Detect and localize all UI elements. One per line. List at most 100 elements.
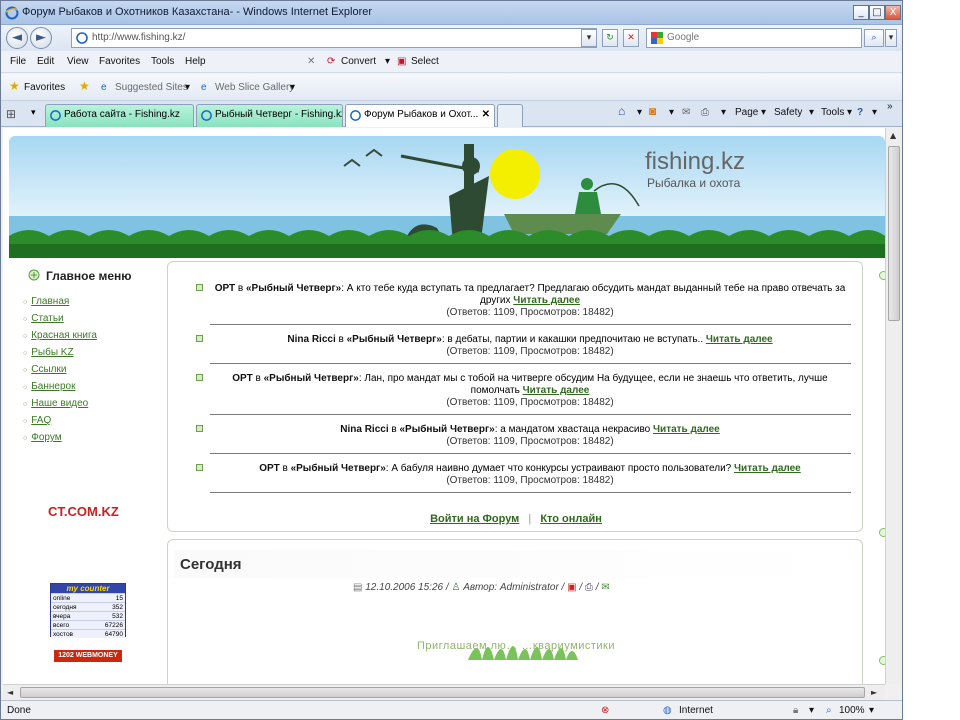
- home-dropdown-icon[interactable]: ▾: [637, 107, 642, 118]
- tab-rybnyi-chetverg[interactable]: Рыбный Четверг - Fishing.kz: [196, 104, 343, 127]
- horizontal-scroll-thumb[interactable]: [20, 687, 865, 698]
- scroll-right-icon[interactable]: ►: [871, 688, 877, 697]
- suggested-dropdown-icon[interactable]: ▾: [185, 82, 190, 93]
- suggested-sites-link[interactable]: Suggested Sites: [115, 82, 188, 93]
- menu-item-krasnaya-kniga[interactable]: Красная книга: [23, 330, 97, 341]
- article-header: [174, 550, 850, 578]
- menu-help[interactable]: Help: [185, 56, 206, 67]
- protected-mode-icon[interactable]: 🔒︎: [793, 705, 798, 716]
- menu-file[interactable]: File: [10, 56, 26, 67]
- horizontal-scrollbar[interactable]: ◄ ►: [3, 684, 885, 700]
- site-logo[interactable]: fishing.kz: [645, 148, 745, 176]
- add-favorite-icon[interactable]: ★: [79, 79, 90, 93]
- web-slice-gallery-link[interactable]: Web Slice Gallery: [215, 82, 294, 93]
- ad-banner[interactable]: CT.COM.KZ: [44, 468, 130, 554]
- visitor-counter[interactable]: my counter online 15 сегодня 352 вчера 532 …: [50, 583, 126, 638]
- scroll-up-icon[interactable]: ▲: [890, 131, 896, 140]
- menu-view[interactable]: View: [67, 56, 89, 67]
- page-menu[interactable]: Page: [735, 107, 758, 118]
- read-more-link[interactable]: Читать далее: [523, 385, 590, 396]
- convert-icon[interactable]: ⟳: [327, 56, 335, 67]
- zoom-dropdown-icon[interactable]: ▾: [869, 705, 874, 716]
- quick-tabs-icon[interactable]: ⊞: [6, 107, 16, 121]
- back-button[interactable]: ◄: [6, 27, 28, 49]
- close-button[interactable]: X: [885, 5, 901, 20]
- feeds-icon[interactable]: ◙: [649, 104, 656, 118]
- safety-dropdown-icon[interactable]: ▾: [809, 107, 814, 118]
- webmoney-badge[interactable]: 1202 WEBMONEY: [54, 650, 122, 662]
- read-more-link[interactable]: Читать далее: [734, 463, 801, 474]
- pdf-icon[interactable]: ▣: [567, 582, 576, 593]
- refresh-icon[interactable]: ↻: [602, 29, 618, 47]
- select-icon[interactable]: ▣: [397, 56, 406, 67]
- search-options-icon[interactable]: ▾: [885, 29, 897, 47]
- forum-login-link[interactable]: Войти на Форум: [430, 513, 519, 525]
- thread-link[interactable]: «Рыбный Четверг»: [264, 373, 359, 384]
- zoom-level[interactable]: 100%: [839, 705, 865, 716]
- thread-link[interactable]: «Рыбный Четверг»: [291, 463, 386, 474]
- tab-list-dropdown-icon[interactable]: ▾: [31, 107, 36, 118]
- read-more-link[interactable]: Читать далее: [706, 334, 773, 345]
- menu-edit[interactable]: Edit: [37, 56, 54, 67]
- counter-row: вчера 532: [51, 611, 125, 620]
- address-dropdown-icon[interactable]: ▾: [581, 29, 597, 47]
- close-tab-icon[interactable]: ✕: [482, 105, 490, 125]
- home-icon[interactable]: ⌂: [618, 104, 625, 118]
- protected-dropdown-icon[interactable]: ▾: [809, 705, 814, 716]
- menu-item-ryby-kz[interactable]: Рыбы KZ: [23, 347, 73, 358]
- favorites-button[interactable]: Favorites: [24, 82, 65, 93]
- read-more-link[interactable]: Читать далее: [513, 295, 580, 306]
- search-icon[interactable]: ⌕: [864, 29, 884, 47]
- security-zone[interactable]: Internet: [679, 705, 713, 716]
- tab-forum-active[interactable]: Форум Рыбаков и Охот... ✕: [345, 104, 495, 127]
- feeds-dropdown-icon[interactable]: ▾: [669, 107, 674, 118]
- thread-link[interactable]: «Рыбный Четверг»: [246, 283, 341, 294]
- article-title[interactable]: Сегодня: [180, 556, 242, 573]
- print-article-icon[interactable]: ⎙: [585, 582, 593, 593]
- stop-icon[interactable]: ✕: [623, 29, 639, 47]
- toolbar-overflow-icon[interactable]: »: [887, 101, 893, 112]
- select-button[interactable]: Select: [411, 56, 439, 67]
- menu-item-nashe-video[interactable]: Наше видео: [23, 398, 88, 409]
- menu-item-bannerok[interactable]: Баннерок: [23, 381, 75, 392]
- menu-favorites[interactable]: Favorites: [99, 56, 140, 67]
- who-online-link[interactable]: Кто онлайн: [540, 513, 602, 525]
- menu-item-stati[interactable]: Статьи: [23, 313, 63, 324]
- print-icon[interactable]: ⎙: [701, 107, 709, 118]
- popup-blocker-icon[interactable]: ⊗: [601, 705, 609, 716]
- thread-link[interactable]: «Рыбный Четверг»: [347, 334, 442, 345]
- convert-dropdown-icon[interactable]: ▾: [385, 56, 390, 67]
- menu-item-faq[interactable]: FAQ: [23, 415, 51, 426]
- help-icon[interactable]: ?: [857, 107, 863, 118]
- minimize-button[interactable]: _: [853, 5, 869, 20]
- read-more-link[interactable]: Читать далее: [653, 424, 720, 435]
- vertical-scrollbar[interactable]: ▲: [885, 128, 902, 684]
- post-bullet-icon: [196, 335, 203, 342]
- maximize-button[interactable]: □: [869, 5, 885, 20]
- new-tab-button[interactable]: [497, 104, 523, 127]
- close-toolbar-icon[interactable]: ✕: [307, 56, 315, 67]
- tools-menu[interactable]: Tools: [821, 107, 844, 118]
- read-mail-icon[interactable]: ✉: [682, 107, 690, 118]
- page-dropdown-icon[interactable]: ▾: [761, 107, 766, 118]
- help-dropdown-icon[interactable]: ▾: [872, 107, 877, 118]
- menu-item-forum[interactable]: Форум: [23, 432, 61, 443]
- tools-dropdown-icon[interactable]: ▾: [847, 107, 852, 118]
- email-icon[interactable]: ✉: [601, 582, 609, 593]
- search-input[interactable]: Google: [646, 28, 862, 48]
- address-input[interactable]: http://www.fishing.kz/: [71, 28, 597, 48]
- vertical-scroll-thumb[interactable]: [888, 146, 900, 321]
- print-dropdown-icon[interactable]: ▾: [721, 107, 726, 118]
- menu-item-ssylki[interactable]: Ссылки: [23, 364, 66, 375]
- address-url: http://www.fishing.kz/: [92, 32, 186, 43]
- forward-button[interactable]: ►: [30, 27, 52, 49]
- menu-item-glavnaya[interactable]: Главная: [23, 296, 69, 307]
- web-slice-dropdown-icon[interactable]: ▾: [290, 82, 295, 93]
- safety-menu[interactable]: Safety: [774, 107, 802, 118]
- tab-rabota-saita[interactable]: Работа сайта - Fishing.kz: [45, 104, 194, 127]
- thread-link[interactable]: «Рыбный Четверг»: [399, 424, 494, 435]
- convert-button[interactable]: Convert: [341, 56, 376, 67]
- ad-text: CT.COM.KZ: [48, 504, 119, 519]
- scroll-left-icon[interactable]: ◄: [7, 688, 13, 697]
- menu-tools[interactable]: Tools: [151, 56, 174, 67]
